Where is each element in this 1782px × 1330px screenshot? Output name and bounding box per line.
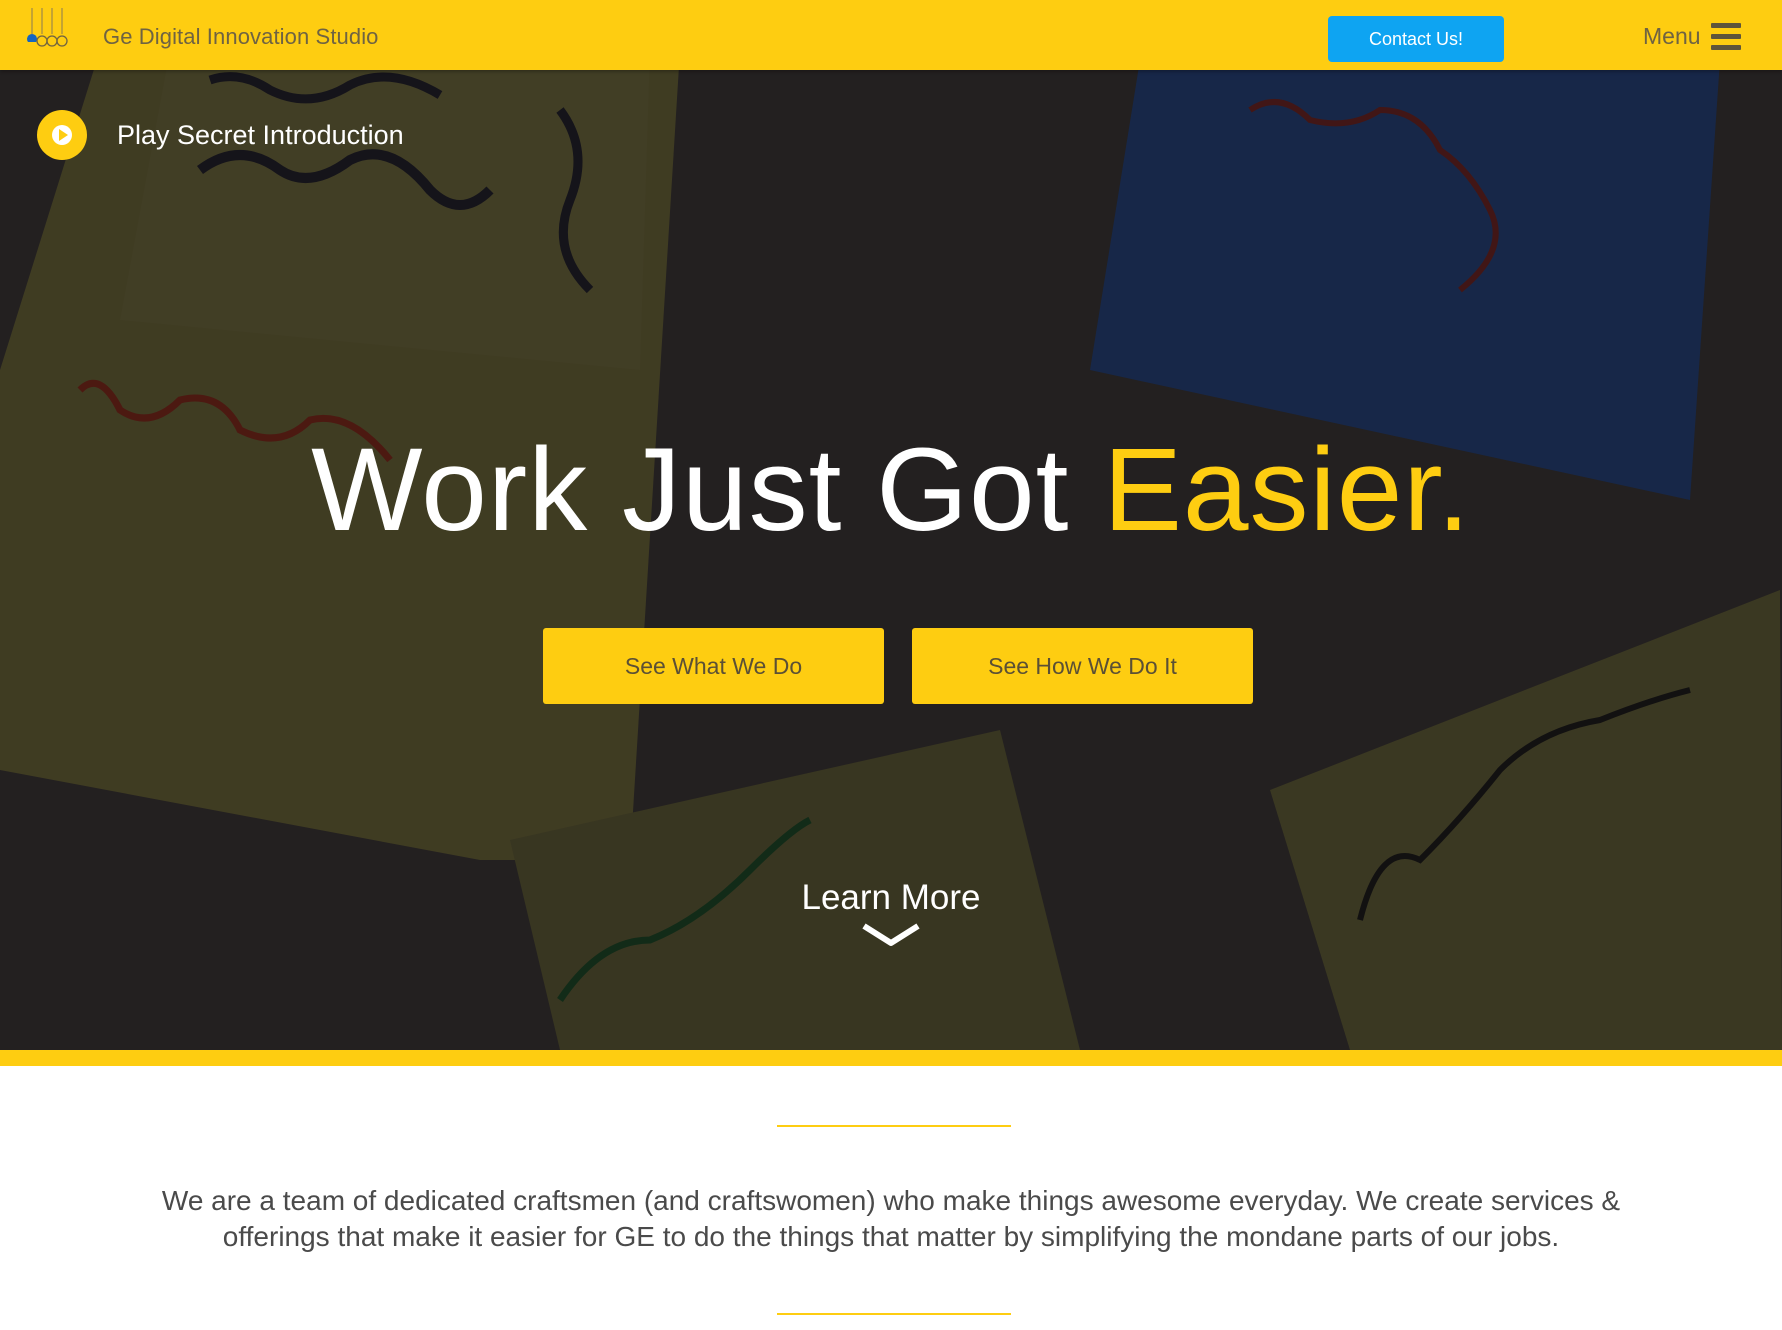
learn-more-link[interactable]: Learn More xyxy=(0,878,1782,948)
play-intro-link[interactable]: Play Secret Introduction xyxy=(37,110,404,160)
headline-accent: Easier. xyxy=(1103,424,1471,556)
hamburger-icon xyxy=(1710,22,1741,50)
play-icon[interactable] xyxy=(37,110,87,160)
about-description: We are a team of dedicated craftsmen (an… xyxy=(161,1185,1621,1252)
headline-main: Work Just Got xyxy=(311,424,1104,556)
see-what-we-do-button[interactable]: See What We Do xyxy=(543,628,884,704)
section-divider-band xyxy=(0,1050,1782,1066)
about-top-rule xyxy=(777,1125,1011,1127)
menu-label: Menu xyxy=(1643,22,1701,49)
learn-more-label[interactable]: Learn More xyxy=(0,878,1782,918)
play-intro-label[interactable]: Play Secret Introduction xyxy=(117,120,404,151)
menu-toggle[interactable]: Menu xyxy=(1643,20,1741,52)
hero-section: Play Secret Introduction Work Just Got E… xyxy=(0,70,1782,1050)
see-how-we-do-it-button[interactable]: See How We Do It xyxy=(912,628,1253,704)
lightbulbs-logo-icon[interactable] xyxy=(24,8,80,50)
about-bottom-rule xyxy=(777,1313,1011,1315)
brand-name[interactable]: Ge Digital Innovation Studio xyxy=(103,24,379,50)
top-navigation-bar: Ge Digital Innovation Studio Contact Us!… xyxy=(0,0,1782,70)
hero-headline: Work Just Got Easier. xyxy=(0,425,1782,555)
contact-us-button[interactable]: Contact Us! xyxy=(1328,16,1504,62)
chevron-down-icon[interactable] xyxy=(861,922,921,948)
